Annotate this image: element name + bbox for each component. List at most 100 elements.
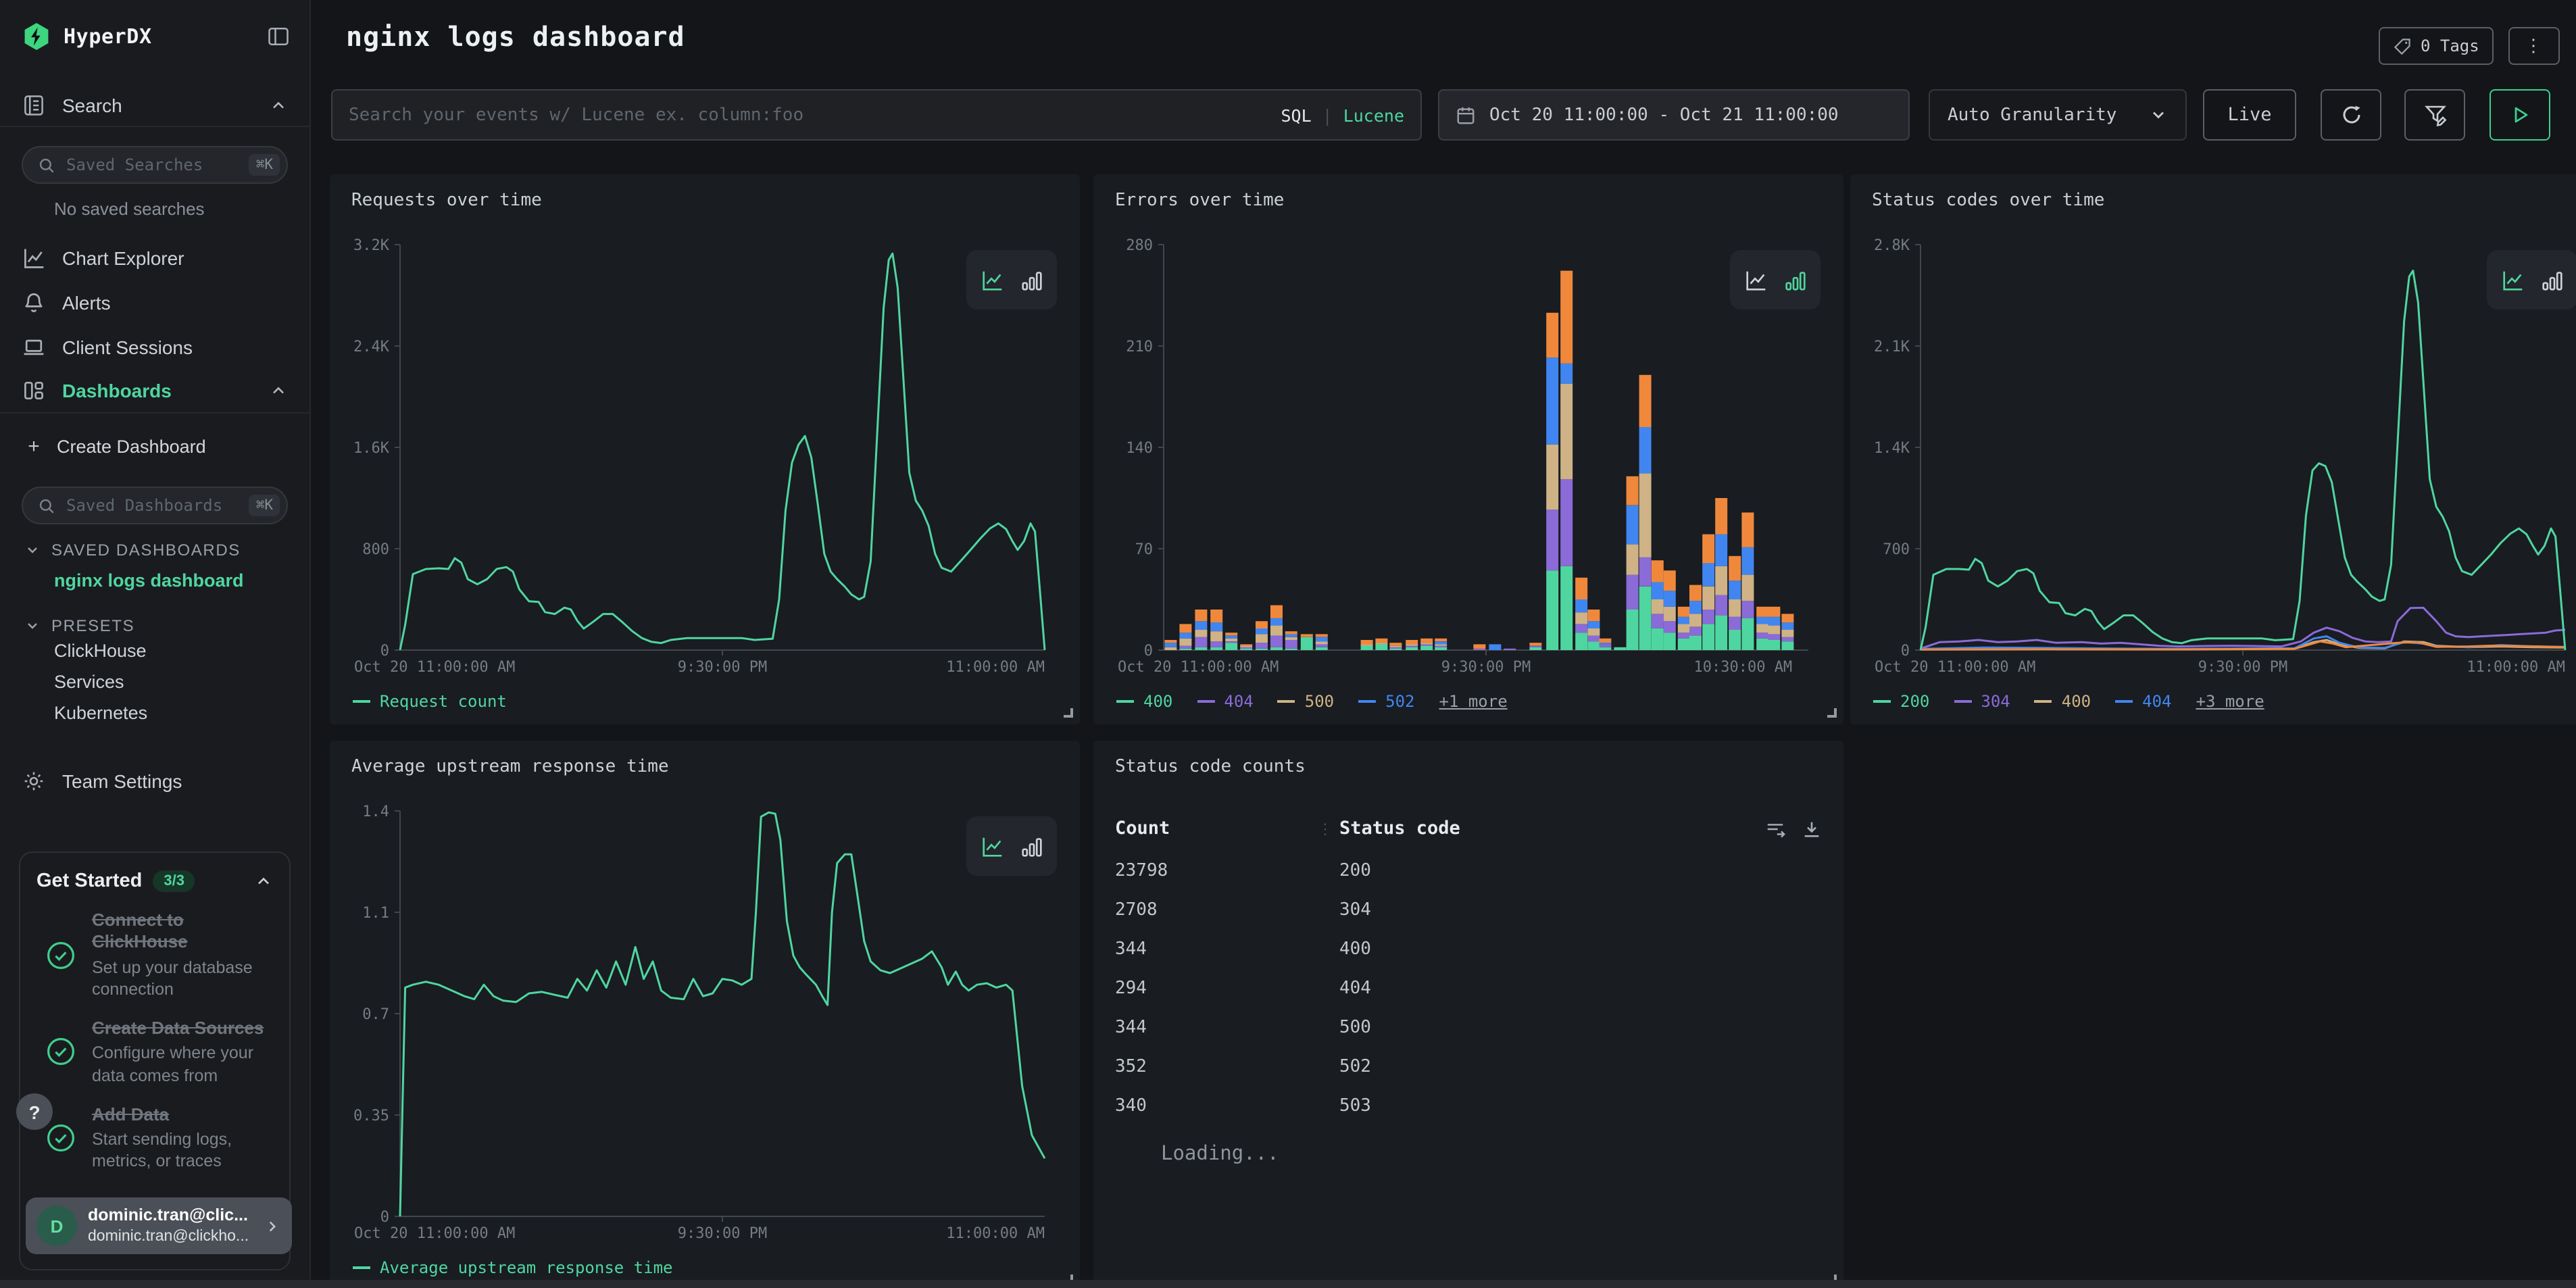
horizontal-scrollbar[interactable] [0, 1280, 2576, 1288]
svg-text:10:30:00 AM: 10:30:00 AM [1693, 659, 1792, 676]
live-button[interactable]: Live [2203, 89, 2296, 141]
svg-text:0: 0 [1144, 643, 1153, 660]
legend-item-400[interactable]: 400 [2035, 692, 2091, 711]
svg-text:280: 280 [1126, 237, 1153, 254]
bar-chart-icon[interactable] [1018, 267, 1044, 293]
column-status-code[interactable]: Status code [1339, 818, 1460, 839]
granularity-select[interactable]: Auto Granularity [1929, 89, 2187, 141]
saved-searches-search[interactable]: ⌘K [22, 146, 288, 184]
saved-dashboards-group[interactable]: SAVED DASHBOARDS [24, 541, 288, 560]
legend-more-link[interactable]: +3 more [2196, 692, 2264, 711]
sidebar-item-chart-explorer[interactable]: Chart Explorer [0, 235, 309, 280]
sidebar-preset-kubernetes[interactable]: Kubernetes [0, 697, 309, 728]
get-started-item-create-data-sources[interactable]: Create Data SourcesConfigure where your … [36, 1018, 273, 1087]
column-drag-handle[interactable]: ⋮ [1318, 820, 1339, 837]
run-query-button[interactable] [2490, 89, 2550, 141]
filter-button[interactable] [2404, 89, 2465, 141]
resize-handle-icon[interactable] [1064, 708, 1073, 718]
app-root: HyperDX Search ⌘K No saved searches Char… [0, 0, 2576, 1288]
legend-item-404[interactable]: 404 [1197, 692, 1253, 711]
get-started-items: Connect to ClickHouseSet up your databas… [36, 910, 273, 1172]
svg-text:1.4: 1.4 [362, 803, 389, 820]
table-row[interactable]: 352502 [1115, 1047, 1822, 1087]
table-row[interactable]: 23798200 [1115, 851, 1822, 891]
chevron-down-icon [24, 618, 41, 634]
legend-item-200[interactable]: 200 [1873, 692, 1929, 711]
legend-item-average-upstream-response-time[interactable]: Average upstream response time [353, 1258, 673, 1277]
table-row[interactable]: 344500 [1115, 1008, 1822, 1047]
sidebar-item-team-settings[interactable]: Team Settings [0, 761, 309, 801]
search-icon [38, 497, 55, 514]
saved-dashboards-input[interactable] [66, 496, 239, 515]
time-range-value[interactable] [1489, 105, 1892, 125]
download-icon[interactable] [1802, 818, 1822, 839]
dashboard-menu-button[interactable]: ⋮ [2508, 27, 2560, 65]
presets-group[interactable]: PRESETS [24, 616, 288, 635]
legend-item-400[interactable]: 400 [1116, 692, 1172, 711]
help-button[interactable]: ? [16, 1093, 53, 1130]
sidebar-item-client-sessions[interactable]: Client Sessions [0, 324, 309, 369]
event-search-input[interactable] [349, 105, 1267, 125]
sidebar-nav: Chart ExplorerAlertsClient SessionsDashb… [0, 235, 309, 414]
get-started-title: Get Started [36, 870, 142, 892]
sidebar-preset-clickhouse[interactable]: ClickHouse [0, 635, 309, 666]
table-row[interactable]: 294404 [1115, 969, 1822, 1008]
svg-text:700: 700 [1883, 541, 1910, 558]
sidebar-item-dashboards[interactable]: Dashboards [0, 369, 309, 414]
line-chart-icon[interactable] [2500, 267, 2525, 293]
calendar-icon [1456, 105, 1476, 125]
create-dashboard-button[interactable]: + Create Dashboard [0, 424, 309, 468]
panel-average-upstream-response-time: Average upstream response time 00.350.71… [330, 741, 1080, 1288]
legend-item-request-count[interactable]: Request count [353, 692, 507, 711]
sql-toggle[interactable]: SQL [1281, 105, 1311, 125]
get-started-header[interactable]: Get Started 3/3 [36, 870, 273, 892]
line-chart-icon[interactable] [1743, 267, 1768, 293]
chart-legend: Average upstream response time [353, 1258, 673, 1277]
sidebar-preset-services[interactable]: Services [0, 666, 309, 697]
chart-type-toggle [966, 816, 1057, 876]
no-saved-searches-text: No saved searches [54, 199, 288, 219]
chart-icon [22, 245, 46, 270]
brand-title: HyperDX [64, 24, 254, 49]
chart-plot: 07001.4K2.1K2.8KOct 20 11:00:00 AM9:30:0… [1872, 234, 2576, 680]
legend-item-502[interactable]: 502 [1358, 692, 1414, 711]
chart-legend: 200 304 400 404 +3 more [1873, 692, 2264, 711]
event-search-bar[interactable]: SQL | Lucene [331, 89, 1422, 141]
table-filter-icon[interactable] [1765, 818, 1785, 839]
legend-more-link[interactable]: +1 more [1439, 692, 1508, 711]
bar-chart-icon[interactable] [1018, 833, 1044, 859]
tags-button[interactable]: 0 Tags [2379, 27, 2494, 65]
sidebar-item-alerts[interactable]: Alerts [0, 280, 309, 324]
hyperdx-logo-icon [22, 22, 51, 51]
time-range-picker[interactable] [1438, 89, 1910, 141]
saved-dashboards-search[interactable]: ⌘K [22, 487, 288, 524]
svg-text:0: 0 [380, 1209, 389, 1226]
line-chart-icon[interactable] [979, 267, 1005, 293]
sidebar-dashboard-nginx-logs-dashboard[interactable]: nginx logs dashboard [0, 560, 309, 600]
user-menu[interactable]: D dominic.tran@clic... dominic.tran@clic… [26, 1197, 292, 1254]
get-started-badge: 3/3 [153, 870, 195, 892]
bar-chart-icon[interactable] [1782, 267, 1808, 293]
saved-searches-input[interactable] [66, 155, 239, 174]
table-row[interactable]: 2708304 [1115, 891, 1822, 930]
get-started-item-connect-to-clickhouse[interactable]: Connect to ClickHouseSet up your databas… [36, 910, 273, 1000]
panel-title: Average upstream response time [351, 757, 669, 777]
lucene-toggle[interactable]: Lucene [1343, 105, 1404, 125]
sidebar-section-search[interactable]: Search [0, 84, 309, 127]
table-row[interactable]: 340503 [1115, 1087, 1822, 1126]
task-title: Connect to ClickHouse [92, 910, 273, 953]
legend-item-404[interactable]: 404 [2115, 692, 2171, 711]
line-chart-icon[interactable] [979, 833, 1005, 859]
legend-item-500[interactable]: 500 [1278, 692, 1334, 711]
sidebar-collapse-icon[interactable] [266, 24, 291, 49]
get-started-item-add-data[interactable]: Add DataStart sending logs, metrics, or … [36, 1104, 273, 1173]
bar-chart-icon[interactable] [2539, 267, 2565, 293]
table-row[interactable]: 344400 [1115, 930, 1822, 969]
sidebar: HyperDX Search ⌘K No saved searches Char… [0, 0, 311, 1288]
refresh-button[interactable] [2321, 89, 2381, 141]
resize-handle-icon[interactable] [1827, 708, 1837, 718]
legend-item-304[interactable]: 304 [1954, 692, 2010, 711]
filter-edit-icon [2423, 103, 2447, 127]
column-count[interactable]: Count [1115, 818, 1318, 839]
chevron-up-icon[interactable] [254, 872, 273, 891]
